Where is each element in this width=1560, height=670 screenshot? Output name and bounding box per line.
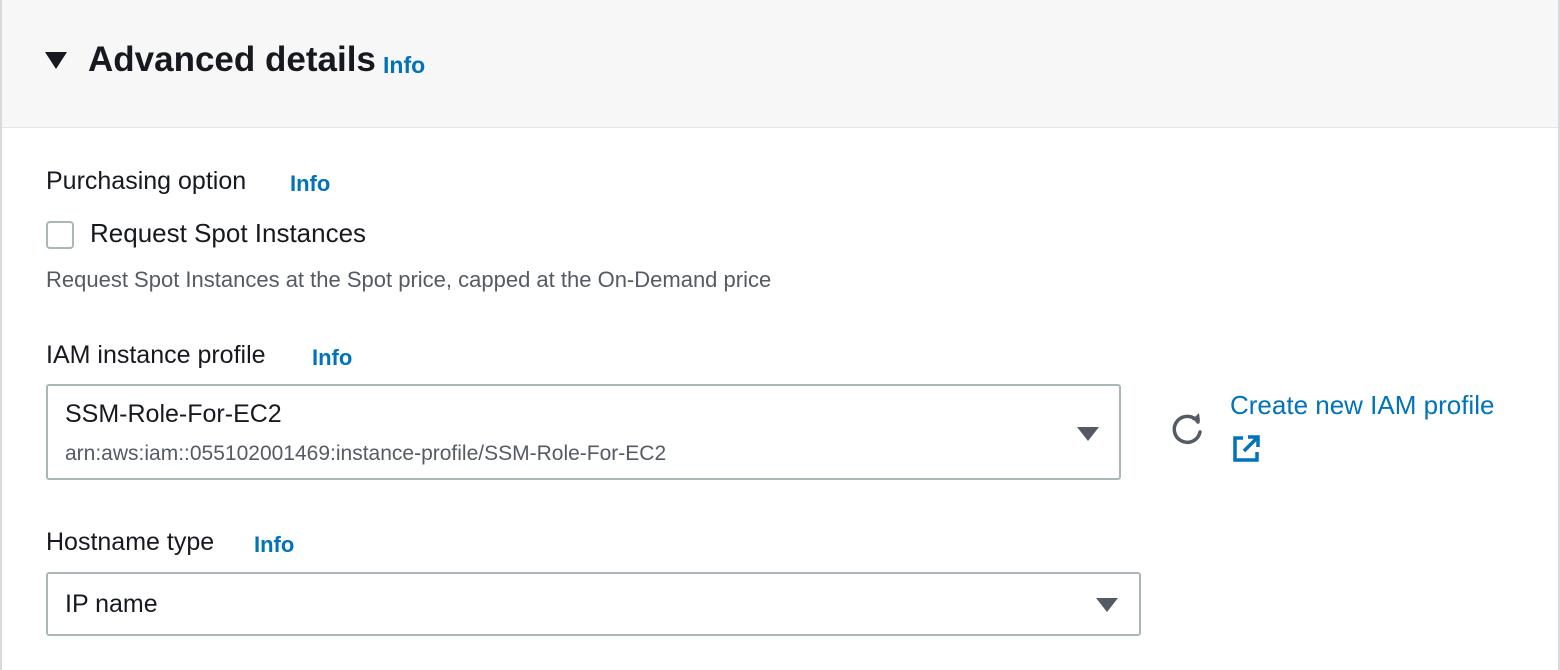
create-iam-profile-link[interactable]: Create new IAM profile xyxy=(1230,390,1494,421)
hostname-type-label: Hostname type xyxy=(46,528,215,556)
hostname-type-select[interactable]: IP name xyxy=(46,572,1141,636)
iam-profile-select[interactable]: SSM-Role-For-EC2 arn:aws:iam::0551020014… xyxy=(46,384,1121,480)
section-title: Advanced details xyxy=(88,40,376,79)
iam-info-link[interactable]: Info xyxy=(312,345,352,371)
hostname-info-link[interactable]: Info xyxy=(254,532,294,558)
request-spot-label[interactable]: Request Spot Instances xyxy=(90,218,366,249)
external-link-icon[interactable] xyxy=(1231,434,1261,464)
purchasing-info-link[interactable]: Info xyxy=(290,171,330,197)
request-spot-checkbox[interactable] xyxy=(46,221,74,249)
purchasing-option-label: Purchasing option xyxy=(46,167,247,195)
request-spot-description: Request Spot Instances at the Spot price… xyxy=(46,267,772,292)
chevron-down-icon xyxy=(1077,427,1099,441)
caret-down-icon[interactable] xyxy=(45,52,67,69)
iam-profile-label: IAM instance profile xyxy=(46,341,266,369)
hostname-selected-value: IP name xyxy=(65,590,158,618)
panel-header[interactable]: Advanced details Info xyxy=(2,0,1558,128)
advanced-details-panel: Advanced details Info Purchasing option … xyxy=(0,0,1560,670)
refresh-icon[interactable] xyxy=(1168,410,1206,448)
iam-selected-arn: arn:aws:iam::055102001469:instance-profi… xyxy=(65,442,667,465)
chevron-down-icon xyxy=(1096,598,1118,612)
iam-selected-value: SSM-Role-For-EC2 xyxy=(65,400,282,428)
header-info-link[interactable]: Info xyxy=(383,52,425,79)
